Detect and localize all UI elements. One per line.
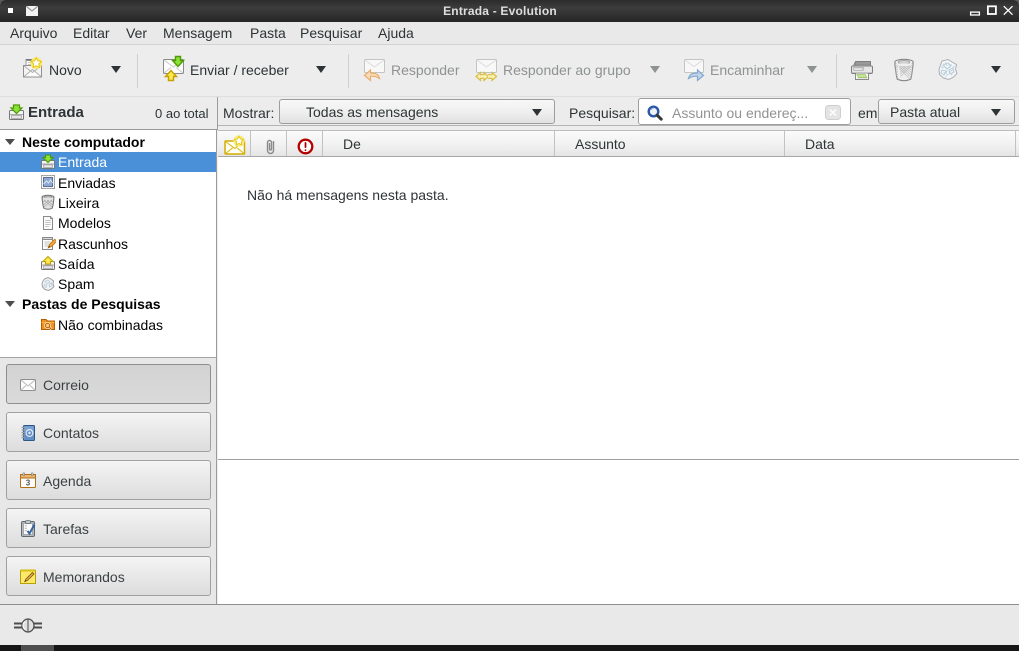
svg-text:3: 3: [26, 479, 31, 488]
